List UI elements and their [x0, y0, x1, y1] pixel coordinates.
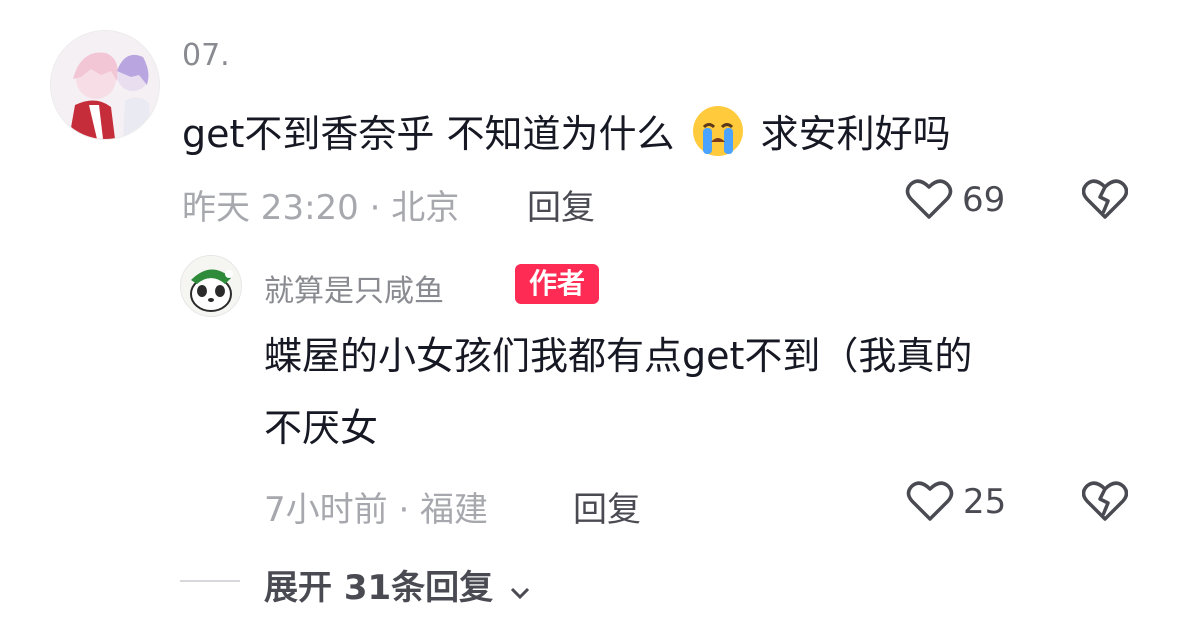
reply-reply-button[interactable]: 回复	[573, 482, 641, 531]
comment-text: get不到香奈乎 不知道为什么 求安利好吗	[182, 104, 951, 169]
comment-reply-button[interactable]: 回复	[527, 180, 595, 229]
reply-text-line2: 不厌女	[264, 406, 379, 450]
replier-avatar[interactable]	[180, 255, 242, 317]
loudly-crying-emoji-icon	[691, 104, 745, 169]
commenter-username[interactable]: 07.	[182, 38, 230, 73]
author-badge: 作者	[515, 264, 600, 304]
comment-like-icon[interactable]	[905, 177, 953, 225]
comment-text-part1: get不到香奈乎 不知道为什么	[182, 111, 675, 156]
comment-meta: 昨天 23:20 · 北京	[182, 188, 460, 228]
commenter-avatar[interactable]	[50, 30, 160, 140]
comment-text-part2: 求安利好吗	[760, 111, 951, 156]
expand-replies-label: 展开 31条回复	[264, 568, 494, 608]
comment-dislike-icon[interactable]	[1081, 177, 1129, 225]
reply-meta: 7小时前 · 福建	[264, 490, 489, 530]
comment-like-count: 69	[962, 180, 1006, 220]
reply-like-icon[interactable]	[906, 479, 954, 527]
expand-divider	[180, 580, 240, 582]
expand-replies-button[interactable]: 展开 31条回复	[264, 560, 531, 610]
chevron-down-icon	[509, 570, 531, 610]
reply-dislike-icon[interactable]	[1081, 479, 1129, 527]
reply-text-line1: 蝶屋的小女孩们我都有点get不到（我真的	[264, 334, 973, 378]
replier-username[interactable]: 就算是只咸鱼	[264, 266, 444, 310]
reply-like-count: 25	[963, 482, 1007, 522]
